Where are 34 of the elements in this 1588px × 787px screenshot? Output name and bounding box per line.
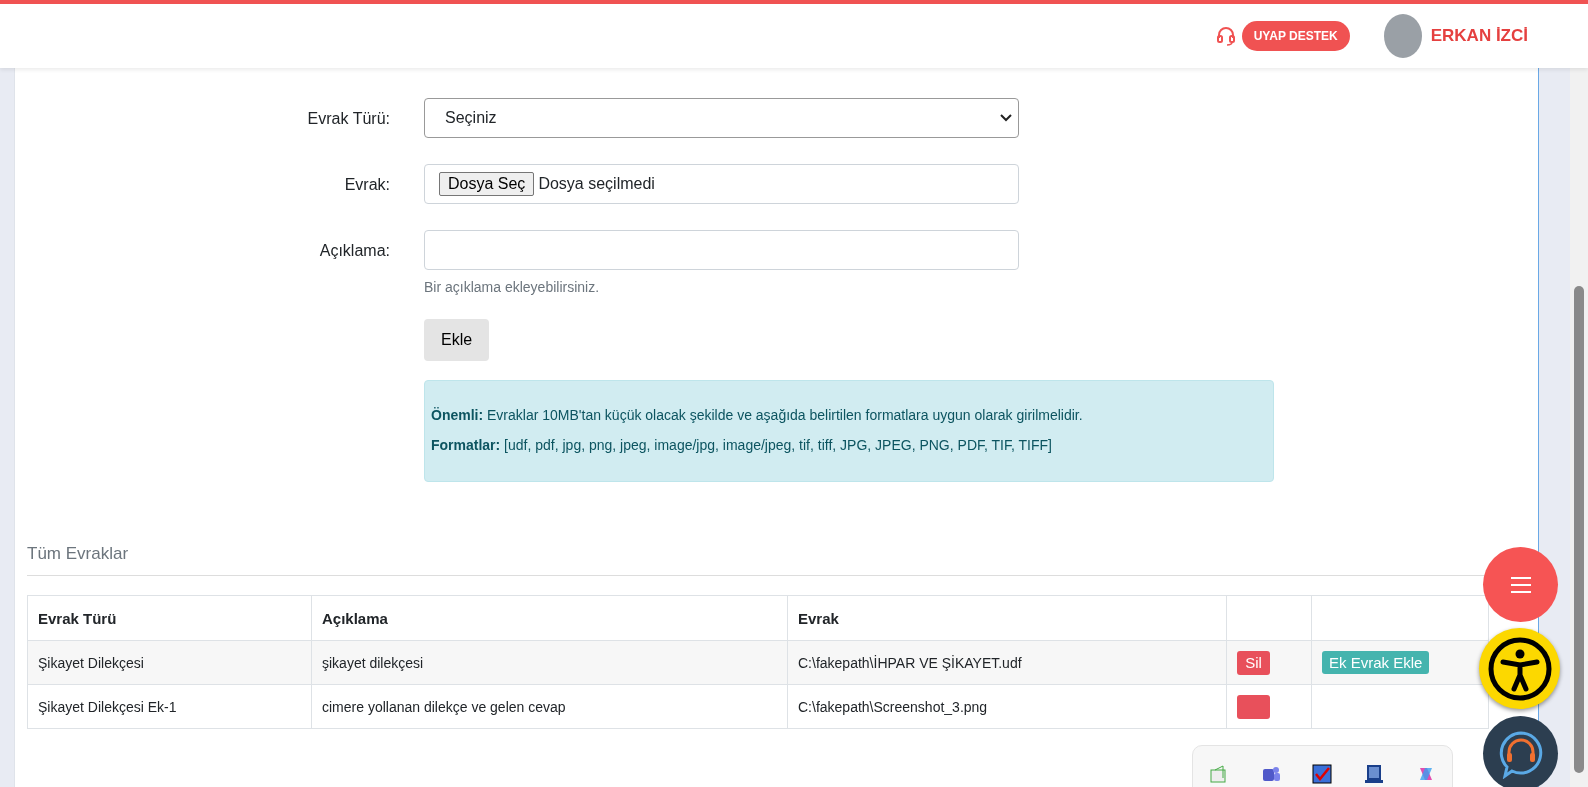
- computer-icon[interactable]: [1364, 764, 1385, 784]
- scrollbar[interactable]: [1570, 68, 1588, 787]
- notice-text: Önemli: Evraklar 10MB'tan küçük olacak şekilde ve aşağıda belirtilen formatlara uygun olarak girilmelidir.: [431, 407, 1084, 423]
- table-cell: Şikayet Dilekçesi Ek-1: [27, 684, 312, 729]
- avatar[interactable]: [1383, 14, 1422, 58]
- file-status: Dosya seçilmedi: [538, 175, 655, 193]
- table-cell: C:\fakepath\İHPAR VE ŞİKAYET.udf: [787, 640, 1227, 685]
- menu-icon: [1509, 575, 1532, 594]
- table-cell: cimere yollanan dilekçe ve gelen cevap: [311, 684, 788, 729]
- column-header: Evrak: [787, 595, 1227, 641]
- app-icon[interactable]: [1208, 764, 1229, 784]
- chevron-down-icon: [1000, 114, 1012, 122]
- choose-file-button[interactable]: Dosya Seç: [439, 172, 535, 196]
- table-cell: şikayet dilekçesi: [311, 640, 788, 685]
- add-button[interactable]: Ekle: [424, 319, 490, 361]
- select-field[interactable]: Seçiniz: [424, 98, 1019, 138]
- help-text: Bir açıklama ekleyebilirsiniz.: [424, 279, 601, 295]
- checkmark-chart-icon[interactable]: [1312, 764, 1333, 784]
- table-cell: C:\fakepath\Screenshot_3.png: [787, 684, 1227, 729]
- field-label: Açıklama:: [318, 241, 391, 261]
- scrollbar-thumb[interactable]: [1574, 286, 1584, 773]
- column-header: Açıklama: [311, 595, 788, 641]
- delete-button[interactable]: [1237, 694, 1270, 719]
- file-input[interactable]: Dosya Seç Dosya seçilmedi: [424, 164, 1019, 204]
- table-cell: Şikayet Dilekçesi: [27, 640, 312, 685]
- headset-icon: [1215, 26, 1236, 46]
- notice-text: Formatlar: [udf, pdf, jpg, png, jpeg, image/jpg, image/jpeg, tif, tiff, JPG, JPEG, PNG, PDF, TIF, TIFF]: [431, 437, 1053, 453]
- field-label: Evrak Türü:: [306, 109, 391, 129]
- input-field[interactable]: [424, 230, 1019, 270]
- field-label: Evrak:: [343, 175, 391, 195]
- user-name[interactable]: ERKAN İZCİ: [1430, 26, 1528, 46]
- column-header: Evrak Türü: [27, 595, 312, 641]
- delete-button[interactable]: Sil: [1237, 650, 1270, 675]
- accessibility-icon: [1486, 635, 1553, 702]
